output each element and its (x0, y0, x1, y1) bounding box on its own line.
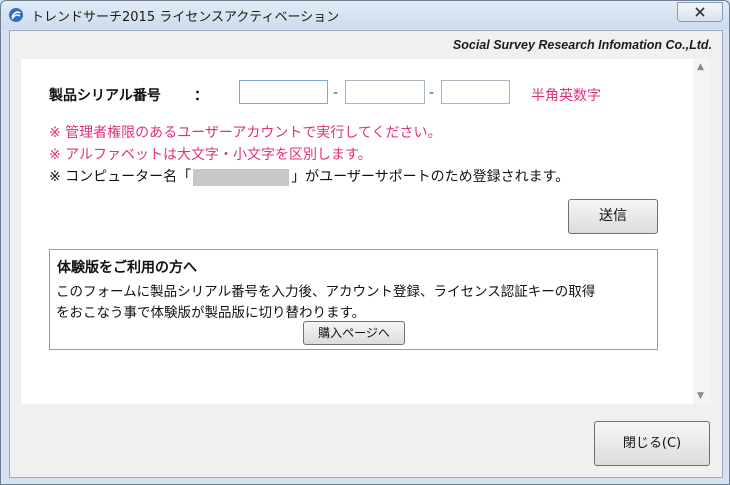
app-logo-icon (9, 8, 23, 22)
note-computer-prefix: ※ コンピューター名「 (49, 169, 192, 185)
vertical-scrollbar[interactable]: ▲ ▼ (693, 59, 710, 404)
client-area: Social Survey Research Infomation Co.,Lt… (9, 30, 723, 478)
purchase-page-button[interactable]: 購入ページへ (303, 321, 405, 345)
scroll-down-arrow-icon[interactable]: ▼ (697, 391, 704, 401)
window-close-button[interactable] (677, 2, 723, 22)
company-name: Social Survey Research Infomation Co.,Lt… (452, 38, 712, 52)
serial-format-hint: 半角英数字 (531, 88, 601, 104)
title-bar[interactable]: トレンドサーチ2015 ライセンスアクティベーション (1, 1, 729, 29)
trial-text-line-1: このフォームに製品シリアル番号を入力後、アカウント登録、ライセンス認証キーの取得 (56, 284, 596, 300)
close-button[interactable]: 閉じる(C) (594, 421, 710, 466)
activation-panel: 製品シリアル番号 ： - - 半角英数字 ※ 管理者権限のあるユーザーアカウント… (21, 59, 704, 404)
note-case-sensitive: ※ アルファベットは大文字・小文字を区別します。 (49, 147, 372, 163)
note-computer-name: ※ コンピューター名「 」がユーザーサポートのため登録されます。 (49, 166, 569, 186)
window-title: トレンドサーチ2015 ライセンスアクティベーション (31, 10, 340, 25)
trial-text-line-2: をおこなう事で体験版が製品版に切り替わります。 (56, 305, 366, 321)
trial-info-box: 体験版をご利用の方へ このフォームに製品シリアル番号を入力後、アカウント登録、ラ… (49, 249, 658, 350)
activation-window: トレンドサーチ2015 ライセンスアクティベーション Social Survey… (0, 0, 730, 485)
serial-input-3[interactable] (441, 80, 510, 104)
serial-input-1[interactable] (239, 80, 328, 104)
serial-separator: - (333, 85, 339, 101)
close-icon (695, 7, 705, 17)
trial-title: 体験版をご利用の方へ (57, 260, 197, 276)
note-computer-suffix: 」がユーザーサポートのため登録されます。 (291, 169, 570, 185)
serial-input-2[interactable] (345, 80, 425, 104)
send-button[interactable]: 送信 (568, 199, 658, 234)
serial-separator: - (429, 85, 435, 101)
computer-name-redacted (193, 168, 290, 186)
serial-colon: ： (194, 88, 208, 104)
scroll-up-arrow-icon[interactable]: ▲ (697, 62, 704, 72)
note-admin: ※ 管理者権限のあるユーザーアカウントで実行してください。 (49, 125, 442, 141)
serial-label: 製品シリアル番号 (49, 88, 161, 104)
